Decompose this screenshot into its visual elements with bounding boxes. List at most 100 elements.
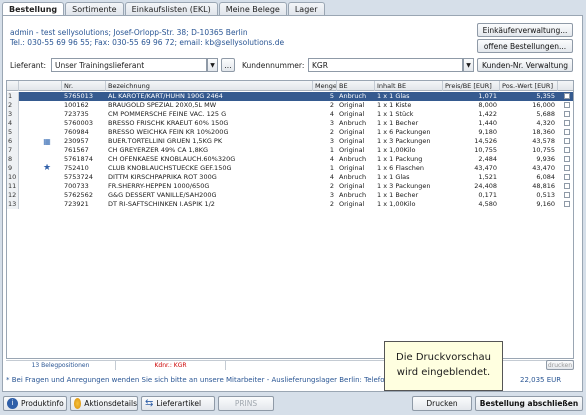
star-icon[interactable]: ★ bbox=[41, 164, 53, 173]
table-row[interactable]: 8 5761874 CH OFENKAESE KNOBLAUCH.60%320G 4 A… bbox=[7, 155, 573, 164]
footer-note: * Bei Fragen und Anregungen wenden Sie s… bbox=[6, 376, 401, 384]
table-row[interactable]: 9 752410 CLUB KNOBLAUCHSTUECKE GEF.150G 1 Or… bbox=[7, 164, 573, 173]
offene-bestellungen-button[interactable]: offene Bestellungen... bbox=[477, 39, 573, 53]
row-number: 8 bbox=[7, 155, 19, 164]
table-row[interactable]: 7 761567 CH GREYERZER 49% CA 1,8KG 1 Origina… bbox=[7, 146, 573, 155]
drucken-button[interactable]: Drucken bbox=[412, 396, 472, 411]
article-description: CLUB KNOBLAUCHSTUECKE GEF.150G bbox=[108, 164, 232, 172]
unit-price: 2,484 bbox=[478, 155, 497, 163]
header-nr[interactable]: Nr. bbox=[62, 81, 106, 91]
produktinfo-button[interactable]: i Produktinfo bbox=[3, 396, 67, 411]
unit-content: 1 x 1 Glas bbox=[377, 173, 410, 181]
row-checkbox[interactable] bbox=[564, 165, 570, 171]
unit-content: 1 x 1 Packung bbox=[377, 155, 423, 163]
quantity: 2 bbox=[329, 128, 334, 136]
row-number: 6 bbox=[7, 137, 19, 146]
tab-lager[interactable]: Lager bbox=[287, 2, 325, 16]
table-row[interactable]: 5 760984 BRESSO WEICHKA FEIN KR 10%200G 2 Or… bbox=[7, 128, 573, 137]
bestellung-abschliessen-button[interactable]: Bestellung abschließen bbox=[475, 396, 583, 411]
quantity: 4 bbox=[329, 155, 334, 163]
article-description: BRESSO WEICHKA FEIN KR 10%200G bbox=[108, 128, 229, 136]
header-pos-wert[interactable]: Pos.-Wert [EUR] bbox=[500, 81, 558, 91]
unit-price: 1,422 bbox=[478, 110, 497, 118]
header-bezeichnung[interactable]: Bezeichnung bbox=[106, 81, 313, 91]
print-small-button[interactable]: drucken bbox=[546, 360, 574, 370]
unit-type: Original bbox=[339, 128, 365, 136]
row-checkbox[interactable] bbox=[564, 102, 570, 108]
quantity: 5 bbox=[329, 92, 334, 100]
header-inhalt-be[interactable]: Inhalt BE bbox=[375, 81, 443, 91]
table-row[interactable]: 6 230957 BUER.TORTELLINI GRUEN 1,5KG PK 3 Or… bbox=[7, 137, 573, 146]
lieferant-dropdown-icon[interactable]: ▼ bbox=[207, 58, 218, 72]
tab-meine-belege[interactable]: Meine Belege bbox=[218, 2, 287, 16]
article-number: 100162 bbox=[64, 101, 89, 109]
address-line: admin - test sellysolutions; Josef-Orlop… bbox=[10, 28, 248, 37]
row-checkbox[interactable] bbox=[564, 129, 570, 135]
row-checkbox[interactable] bbox=[564, 120, 570, 126]
prins-button[interactable]: PRINS bbox=[218, 396, 274, 411]
einkaeuferverwaltung-button[interactable]: Einkäuferverwaltung... bbox=[477, 23, 573, 37]
header-menge[interactable]: Menge bbox=[313, 81, 337, 91]
lieferant-select[interactable]: Unser Trainingslieferant bbox=[51, 58, 207, 72]
quantity: 3 bbox=[329, 191, 334, 199]
kundennummer-select[interactable]: KGR bbox=[308, 58, 463, 72]
calendar-icon[interactable]: ▦ bbox=[41, 137, 53, 146]
kundennummer-dropdown-icon[interactable]: ▼ bbox=[463, 58, 474, 72]
table-row[interactable]: 12 5762562 G&G DESSERT VANILLE/SAH200G 3 Anb… bbox=[7, 191, 573, 200]
unit-content: 1 x 1 Kiste bbox=[377, 101, 412, 109]
header-be[interactable]: BE bbox=[337, 81, 375, 91]
quantity: 1 bbox=[329, 164, 334, 172]
row-checkbox[interactable] bbox=[564, 93, 570, 99]
table-row[interactable]: 3 723735 CM POMMERSCHE FEINE VAC. 125 G 4 Or… bbox=[7, 110, 573, 119]
article-number: 230957 bbox=[64, 137, 89, 145]
row-checkbox[interactable] bbox=[564, 174, 570, 180]
aktionsdetails-button[interactable]: Aktionsdetails bbox=[70, 396, 138, 411]
article-number: 5765013 bbox=[64, 92, 93, 100]
contact-line: Tel.: 030-55 69 96 55; Fax: 030-55 69 96… bbox=[10, 38, 285, 47]
row-checkbox[interactable] bbox=[564, 138, 570, 144]
tab-einkaufslisten[interactable]: Einkaufslisten (EKL) bbox=[124, 2, 218, 16]
table-row[interactable]: 1 5765013 AL KAROTE/KART/HUHN 190G 2464 5 An… bbox=[7, 92, 573, 101]
unit-content: 1 x 1 Glas bbox=[377, 92, 410, 100]
table-row[interactable]: 2 100162 BRAUGOLD SPEZIAL 20X0,5L MW 2 Origi… bbox=[7, 101, 573, 110]
order-table: Nr. Bezeichnung Menge BE Inhalt BE Preis… bbox=[6, 80, 574, 359]
row-checkbox[interactable] bbox=[564, 201, 570, 207]
quantity: 2 bbox=[329, 101, 334, 109]
article-description: FR.SHERRY-HEPPEN 1000/650G bbox=[108, 182, 210, 190]
table-row[interactable]: 4 5760003 BRESSO FRISCHK KRAEUT 60% 150G 3 A… bbox=[7, 119, 573, 128]
unit-content: 1 x 6 Packungen bbox=[377, 128, 431, 136]
row-number: 9 bbox=[7, 164, 19, 173]
table-header: Nr. Bezeichnung Menge BE Inhalt BE Preis… bbox=[7, 81, 573, 91]
table-row[interactable]: 11 700733 FR.SHERRY-HEPPEN 1000/650G 2 Origi… bbox=[7, 182, 573, 191]
row-checkbox[interactable] bbox=[564, 156, 570, 162]
article-description: AL KAROTE/KART/HUHN 190G 2464 bbox=[108, 92, 223, 100]
tab-sortimente[interactable]: Sortimente bbox=[65, 2, 124, 16]
table-row[interactable]: 13 723921 DT RI-SAFTSCHINKEN I.ASPIK 1/2 2 O… bbox=[7, 200, 573, 209]
customer-address: admin - test sellysolutions; Josef-Orlop… bbox=[10, 28, 284, 48]
article-description: CH OFENKAESE KNOBLAUCH.60%320G bbox=[108, 155, 236, 163]
info-icon: i bbox=[7, 398, 18, 409]
unit-content: 1 x 3 Packungen bbox=[377, 182, 431, 190]
position-value: 4,320 bbox=[536, 119, 555, 127]
row-checkbox[interactable] bbox=[564, 147, 570, 153]
row-checkbox[interactable] bbox=[564, 192, 570, 198]
article-number: 761567 bbox=[64, 146, 89, 154]
row-number: 4 bbox=[7, 119, 19, 128]
unit-type: Original bbox=[339, 110, 365, 118]
produktinfo-label: Produktinfo bbox=[21, 399, 64, 408]
row-number: 2 bbox=[7, 101, 19, 110]
header-preis[interactable]: Preis/BE [EUR] bbox=[443, 81, 500, 91]
unit-type: Anbruch bbox=[339, 92, 367, 100]
tab-strip: Bestellung Sortimente Einkaufslisten (EK… bbox=[2, 2, 326, 17]
row-checkbox[interactable] bbox=[564, 183, 570, 189]
lieferartikel-button[interactable]: ⇆ Lieferartikel bbox=[141, 396, 215, 411]
unit-content: 1 x 1,00Kilo bbox=[377, 146, 416, 154]
quantity: 2 bbox=[329, 182, 334, 190]
table-row[interactable]: 10 5753724 DITTM KIRSCHPAPRIKA ROT 300G 4 An… bbox=[7, 173, 573, 182]
position-value: 9,160 bbox=[536, 200, 555, 208]
row-number: 7 bbox=[7, 146, 19, 155]
unit-price: 0,171 bbox=[478, 191, 497, 199]
lieferant-more-button[interactable]: ... bbox=[221, 58, 235, 72]
row-checkbox[interactable] bbox=[564, 111, 570, 117]
kunden-nr-verwaltung-button[interactable]: Kunden-Nr. Verwaltung bbox=[477, 58, 573, 72]
